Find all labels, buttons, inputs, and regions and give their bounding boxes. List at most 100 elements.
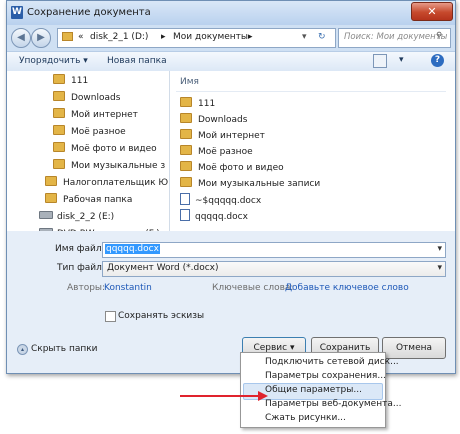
filetype-value: Документ Word (*.docx) <box>107 263 219 273</box>
view-dropdown-icon[interactable]: ▾ <box>399 55 404 65</box>
keywords-label: Ключевые слова: <box>212 283 294 293</box>
window-title: Сохранение документа <box>27 7 151 18</box>
folder-icon <box>53 108 65 118</box>
search-placeholder: Поиск: Мои документы <box>344 32 448 42</box>
tree-item-folder[interactable]: Налогоплательщик Ю <box>45 175 168 191</box>
service-menu-item[interactable]: Сжать рисунки... <box>265 412 346 425</box>
filename-dropdown-icon[interactable]: ▾ <box>437 244 442 254</box>
tree-item-label: Моё разное <box>71 127 126 137</box>
command-toolbar: Упорядочить ▾ Новая папка ▾ ? <box>7 51 455 72</box>
search-box[interactable]: Поиск: Мои документы ⚲ <box>338 28 451 48</box>
authors-value[interactable]: Konstantin <box>104 283 152 293</box>
service-menu-item[interactable]: Подключить сетевой диск... <box>265 356 399 369</box>
service-menu-item[interactable]: Общие параметры... <box>265 384 362 397</box>
file-list-item[interactable]: ~$qqqqq.docx <box>180 193 261 208</box>
file-list-item-label: Моё разное <box>198 147 253 157</box>
folder-icon <box>180 145 192 155</box>
new-folder-button[interactable]: Новая папка <box>107 56 167 66</box>
file-list-item[interactable]: Моё фото и видео <box>180 161 284 176</box>
address-prefix: « <box>78 32 84 42</box>
folder-icon <box>53 91 65 101</box>
tree-item-folder[interactable]: Моё разное <box>53 124 126 140</box>
folder-icon <box>180 97 192 107</box>
tree-item-folder[interactable]: Downloads <box>53 90 120 106</box>
tree-item-label: disk_2_2 (E:) <box>57 212 115 222</box>
file-list-item[interactable]: Моё разное <box>180 145 253 160</box>
filename-input[interactable]: qqqqq.docx ▾ <box>102 242 446 258</box>
tree-item-folder[interactable]: Мой интернет <box>53 107 138 123</box>
tree-item-label: Downloads <box>71 93 121 103</box>
address-segment-disk[interactable]: disk_2_1 (D:) <box>90 32 148 42</box>
keywords-value[interactable]: Добавьте ключевое слово <box>285 283 409 293</box>
folder-icon <box>53 142 65 152</box>
dropdown-arrow-icon[interactable]: ▾ <box>302 32 307 42</box>
tree-item-folder[interactable]: Мои музыкальные з <box>53 158 165 174</box>
file-list: Имя 111 Downloads Мой интернет Моё разное Мо… <box>170 71 455 231</box>
tree-item-label: Рабочая папка <box>63 195 133 205</box>
tree-item-label: Мои музыкальные з <box>71 161 166 171</box>
filetype-select[interactable]: Документ Word (*.docx) ▾ <box>102 261 446 277</box>
title-bar: W Сохранение документа ✕ <box>7 1 455 25</box>
save-dialog: W Сохранение документа ✕ ◀ ▶ « disk_2_1 … <box>6 0 456 374</box>
file-list-item-label: Downloads <box>198 115 248 125</box>
word-app-icon: W <box>11 6 23 19</box>
file-list-item[interactable]: 111 <box>180 97 215 112</box>
filetype-dropdown-icon[interactable]: ▾ <box>437 263 442 273</box>
service-menu-item[interactable]: Параметры веб-документа... <box>265 398 401 411</box>
tree-item-folder[interactable]: Рабочая папка <box>45 192 132 208</box>
folder-icon <box>180 161 192 171</box>
folder-icon <box>45 193 57 203</box>
collapse-arrow-icon[interactable]: ▴ <box>17 344 28 355</box>
file-list-item-label: Моё фото и видео <box>198 163 284 173</box>
file-list-item[interactable]: Мой интернет <box>180 129 265 144</box>
file-list-item-label: qqqqq.docx <box>195 212 248 222</box>
address-separator-2[interactable]: ▸ <box>248 32 253 42</box>
tree-item-folder[interactable]: Моё фото и видео <box>53 141 157 157</box>
tree-item-label: Мой интернет <box>71 110 138 120</box>
save-form: Имя файла: qqqqq.docx ▾ Тип файла: Докум… <box>7 231 455 373</box>
file-list-item[interactable]: Downloads <box>180 113 247 128</box>
word-document-icon <box>180 209 190 221</box>
tree-item-label: Моё фото и видео <box>71 144 157 154</box>
tree-item-drive[interactable]: disk_2_2 (E:) <box>39 209 114 225</box>
folder-icon <box>53 74 65 84</box>
folder-icon <box>53 125 65 135</box>
address-segment-docs[interactable]: Мои документы <box>173 32 248 42</box>
file-list-item[interactable]: Мои музыкальные записи <box>180 177 320 192</box>
annotation-arrow <box>180 391 268 401</box>
view-icon[interactable] <box>373 54 387 68</box>
tree-item-folder[interactable]: 111 <box>53 73 88 89</box>
tree-item-label: Налогоплательщик Ю <box>63 178 169 188</box>
folder-icon <box>180 177 192 187</box>
drive-icon <box>39 211 53 219</box>
folder-icon <box>180 129 192 139</box>
service-menu-item[interactable]: Параметры сохранения... <box>265 370 386 383</box>
address-bar[interactable]: « disk_2_1 (D:) ▸ Мои документы ▸ ▾ ↻ <box>57 28 336 48</box>
organize-button[interactable]: Упорядочить ▾ <box>19 56 88 66</box>
folder-icon <box>180 113 192 123</box>
close-button[interactable]: ✕ <box>411 2 453 21</box>
file-list-item-label: ~$qqqqq.docx <box>195 196 262 206</box>
navigation-tree: 111 Downloads Мой интернет Моё разное Моё фо… <box>7 71 170 231</box>
column-header-name[interactable]: Имя <box>180 77 199 87</box>
file-list-item-label: Мой интернет <box>198 131 265 141</box>
folder-icon <box>45 176 57 186</box>
hide-folders-button[interactable]: Скрыть папки <box>31 344 98 354</box>
folder-icon <box>53 159 65 169</box>
search-icon[interactable]: ⚲ <box>436 31 442 41</box>
filename-value: qqqqq.docx <box>105 244 160 254</box>
navigation-bar: ◀ ▶ « disk_2_1 (D:) ▸ Мои документы ▸ ▾ … <box>7 25 455 51</box>
tree-item-label: 111 <box>71 76 89 86</box>
file-list-item-label: Мои музыкальные записи <box>198 179 321 189</box>
refresh-icon[interactable]: ↻ <box>318 32 326 42</box>
folder-icon <box>62 32 73 41</box>
thumbnails-label[interactable]: Сохранять эскизы <box>118 311 204 321</box>
column-divider <box>176 91 446 92</box>
forward-button[interactable]: ▶ <box>31 28 51 48</box>
thumbnails-checkbox[interactable] <box>105 311 116 322</box>
authors-label: Авторы: <box>67 283 106 293</box>
back-button[interactable]: ◀ <box>11 28 31 48</box>
file-list-item[interactable]: qqqqq.docx <box>180 209 248 224</box>
address-separator[interactable]: ▸ <box>161 32 166 42</box>
help-icon[interactable]: ? <box>431 54 444 67</box>
